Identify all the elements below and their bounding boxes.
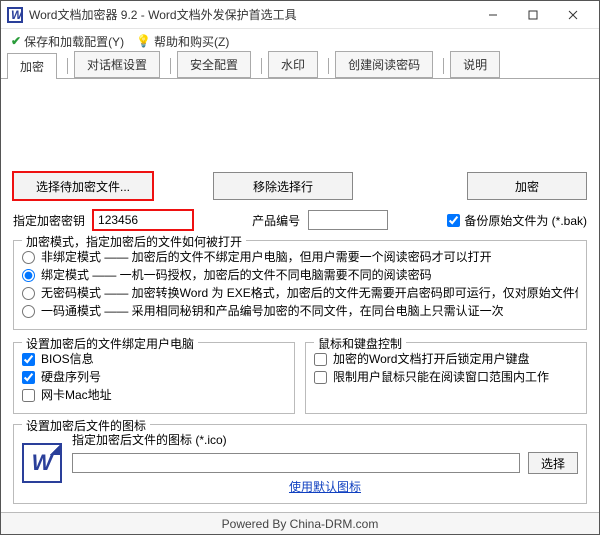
icon-legend: 设置加密后文件的图标 [22, 417, 150, 434]
tab-content: 选择待加密文件... 移除选择行 加密 指定加密密钥 产品编号 备份原始文件为 … [1, 79, 599, 512]
tabbar: 加密 对话框设置 安全配置 水印 创建阅读密码 说明 [1, 53, 599, 79]
select-file-button[interactable]: 选择待加密文件... [13, 172, 153, 200]
statusbar: Powered By China-DRM.com [1, 512, 599, 534]
product-input[interactable] [308, 210, 388, 230]
icon-path-input[interactable] [72, 453, 520, 473]
mode-option-0[interactable]: 非绑定模式 —— 加密后的文件不绑定用户电脑，但用户需要一个阅读密码才可以打开 [22, 249, 578, 265]
tab-watermark[interactable]: 水印 [268, 51, 318, 78]
titlebar: W Word文档加密器 9.2 - Word文档外发保护首选工具 [1, 1, 599, 29]
browse-icon-button[interactable]: 选择 [528, 452, 578, 474]
minimize-button[interactable] [473, 1, 513, 29]
lightbulb-icon: 💡 [136, 34, 151, 48]
app-icon: W [7, 7, 23, 23]
hd-checkbox[interactable]: 硬盘序列号 [22, 369, 286, 385]
tab-encrypt[interactable]: 加密 [7, 53, 57, 79]
tab-create-password[interactable]: 创建阅读密码 [335, 51, 433, 78]
icon-group: 设置加密后文件的图标 W 指定加密后文件的图标 (*.ico) 选择 使用默认图… [13, 424, 587, 504]
key-row: 指定加密密钥 产品编号 备份原始文件为 (*.bak) [13, 210, 587, 230]
word-icon: W [22, 443, 62, 483]
menubar: ✔ 保存和加载配置(Y) 💡 帮助和购买(Z) [1, 29, 599, 53]
window-title: Word文档加密器 9.2 - Word文档外发保护首选工具 [29, 6, 473, 23]
mode-legend: 加密模式，指定加密后的文件如何被打开 [22, 233, 246, 250]
status-text: Powered By China-DRM.com [222, 517, 379, 531]
backup-checkbox[interactable]: 备份原始文件为 (*.bak) [447, 212, 587, 229]
tab-about[interactable]: 说明 [450, 51, 500, 78]
close-button[interactable] [553, 1, 593, 29]
restrict-mouse-checkbox[interactable]: 限制用户鼠标只能在阅读窗口范围内工作 [314, 369, 578, 385]
mode-option-2[interactable]: 无密码模式 —— 加密转换Word 为 EXE格式，加密后的文件无需要开启密码即… [22, 285, 578, 301]
maximize-button[interactable] [513, 1, 553, 29]
menu-help-buy[interactable]: 💡 帮助和购买(Z) [132, 31, 233, 52]
file-list-area [13, 79, 587, 172]
default-icon-link[interactable]: 使用默认图标 [72, 478, 578, 495]
product-label: 产品编号 [252, 212, 300, 229]
mode-option-3[interactable]: 一码通模式 —— 采用相同秘钥和产品编号加密的不同文件，在同台电脑上只需认证一次 [22, 303, 578, 319]
save-icon: ✔ [11, 34, 21, 48]
menu-save-label: 保存和加载配置(Y) [24, 33, 124, 50]
action-button-row: 选择待加密文件... 移除选择行 加密 [13, 172, 587, 200]
menu-help-label: 帮助和购买(Z) [154, 33, 229, 50]
bind-pc-group: 设置加密后的文件绑定用户电脑 BIOS信息 硬盘序列号 网卡Mac地址 [13, 342, 295, 414]
mouse-keyboard-group: 鼠标和键盘控制 加密的Word文档打开后锁定用户键盘 限制用户鼠标只能在阅读窗口… [305, 342, 587, 414]
lock-keyboard-checkbox[interactable]: 加密的Word文档打开后锁定用户键盘 [314, 351, 578, 367]
backup-label: 备份原始文件为 (*.bak) [464, 212, 587, 229]
encrypt-mode-group: 加密模式，指定加密后的文件如何被打开 非绑定模式 —— 加密后的文件不绑定用户电… [13, 240, 587, 330]
bios-checkbox[interactable]: BIOS信息 [22, 351, 286, 367]
menu-save-load[interactable]: ✔ 保存和加载配置(Y) [7, 31, 128, 52]
tab-dialog[interactable]: 对话框设置 [74, 51, 160, 78]
bind-legend: 设置加密后的文件绑定用户电脑 [22, 335, 198, 352]
key-label: 指定加密密钥 [13, 212, 85, 229]
tab-security[interactable]: 安全配置 [177, 51, 251, 78]
mode-option-1[interactable]: 绑定模式 —— 一机一码授权，加密后的文件不同电脑需要不同的阅读密码 [22, 267, 578, 283]
mac-checkbox[interactable]: 网卡Mac地址 [22, 387, 286, 403]
key-input[interactable] [93, 210, 193, 230]
app-window: W Word文档加密器 9.2 - Word文档外发保护首选工具 ✔ 保存和加载… [0, 0, 600, 535]
remove-row-button[interactable]: 移除选择行 [213, 172, 353, 200]
svg-text:W: W [11, 8, 23, 22]
mk-legend: 鼠标和键盘控制 [314, 335, 406, 352]
encrypt-button[interactable]: 加密 [467, 172, 587, 200]
two-column-row: 设置加密后的文件绑定用户电脑 BIOS信息 硬盘序列号 网卡Mac地址 鼠标和键… [13, 340, 587, 414]
